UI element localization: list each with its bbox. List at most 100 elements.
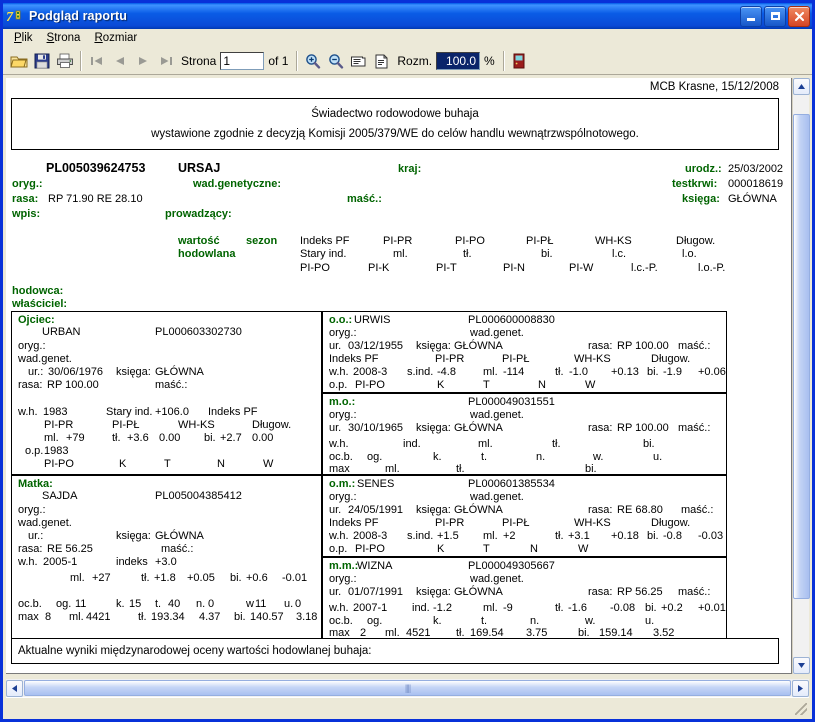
- label-kraj: kraj:: [398, 163, 422, 175]
- vh-r1-c3: PI-PO: [455, 235, 485, 247]
- menu-plik[interactable]: Plik: [9, 31, 42, 46]
- vh-r2-c6: l.o.: [682, 248, 697, 260]
- matka-value-rasa: RE 56.25: [47, 543, 93, 555]
- mo-label-wh: w.h.: [329, 438, 349, 450]
- vh-r2-c2: ml.: [393, 248, 408, 260]
- mm-value-bi2: +0.01: [698, 602, 726, 614]
- svg-text:7: 7: [7, 10, 14, 25]
- oo-value-sind: -4.8: [437, 366, 456, 378]
- horizontal-scroll-thumb[interactable]: ||||: [24, 680, 791, 696]
- mm-value-tl: -1.6: [568, 602, 587, 614]
- ojciec-id: PL000603302730: [155, 326, 242, 338]
- mo-label-oryg: oryg.:: [329, 409, 357, 421]
- mo-id: PL000049031551: [468, 396, 555, 408]
- close-button[interactable]: [788, 5, 810, 27]
- mm-label-wady: wad.genet.: [470, 573, 524, 585]
- om-value-rasa: RE 68.80: [617, 504, 663, 516]
- om-label-ml: ml.: [483, 530, 498, 542]
- om-value-bi2: -0.03: [698, 530, 724, 542]
- om-name: SENES: [357, 478, 395, 490]
- previous-page-icon[interactable]: [108, 50, 131, 72]
- save-disk-icon[interactable]: [30, 50, 53, 72]
- label-testkrwi: testkrwi:: [672, 178, 718, 190]
- om-col-w: W: [578, 543, 589, 555]
- mm-label-tl: tł.: [555, 602, 564, 614]
- mo-label-ksiega: księga:: [416, 422, 451, 434]
- maximize-button[interactable]: [764, 5, 786, 27]
- mo-label-og: og.: [367, 451, 383, 463]
- matka-label-og: og.: [56, 598, 72, 610]
- mo-label-bi: bi.: [643, 438, 655, 450]
- horizontal-scrollbar[interactable]: ||||: [6, 679, 809, 697]
- matka-value-ml: +27: [92, 572, 111, 584]
- matka-value-w: 11: [255, 598, 267, 610]
- vh-r1-c2: PI-PR: [383, 235, 413, 247]
- oo-label-ml: ml.: [483, 366, 498, 378]
- ojciec-value-wh: 1983: [43, 406, 68, 418]
- mm-value-ur: 01/07/1991: [348, 586, 404, 598]
- matka-max-bi: bi.: [234, 611, 246, 623]
- scroll-up-button[interactable]: [793, 78, 810, 95]
- minimize-button[interactable]: [740, 5, 762, 27]
- open-folder-icon[interactable]: [7, 50, 30, 72]
- next-page-icon[interactable]: [131, 50, 154, 72]
- page-input[interactable]: 1: [220, 52, 265, 70]
- mm-label-ml: ml.: [483, 602, 498, 614]
- om-col-pipr: PI-PR: [435, 517, 465, 529]
- mo-label-u: u.: [653, 451, 663, 463]
- om-value-ml: +2: [503, 530, 516, 542]
- matka-id: PL005004385412: [155, 490, 242, 502]
- fit-width-icon[interactable]: [347, 50, 370, 72]
- ojciec-label-wh: w.h.: [18, 406, 38, 418]
- matka-label-ocb: oc.b.: [18, 598, 42, 610]
- zoom-input[interactable]: 100.0: [436, 52, 481, 70]
- mo-max-ml: ml.: [385, 463, 400, 475]
- oo-col-pipr: PI-PR: [435, 353, 465, 365]
- matka-max-tl: tł.: [138, 611, 147, 623]
- first-page-icon[interactable]: [85, 50, 108, 72]
- ojciec-label-wady: wad.genet.: [18, 353, 72, 365]
- oo-value-tl2: +0.13: [611, 366, 639, 378]
- matka-label-wh: w.h.: [18, 556, 38, 568]
- value-testkrwi: 000018619: [728, 178, 784, 190]
- last-page-icon[interactable]: [154, 50, 177, 72]
- om-value-tl: +3.1: [568, 530, 590, 542]
- matka-max-bi-value2: 3.18: [296, 611, 318, 623]
- vh-r1-c1: Indeks PF: [300, 235, 350, 247]
- label-prowadzacy: prowadzący:: [165, 208, 232, 220]
- ojciec-label-ml: ml.: [44, 432, 59, 444]
- print-icon[interactable]: [53, 50, 76, 72]
- mo-value-rasa: RP 100.00: [617, 422, 669, 434]
- menu-strona[interactable]: Strona: [42, 31, 90, 46]
- matka-label-n: n.: [196, 598, 206, 610]
- matka-value-bi2: -0.01: [282, 572, 308, 584]
- fit-page-icon[interactable]: [370, 50, 393, 72]
- zoom-out-icon[interactable]: [324, 50, 347, 72]
- scroll-left-button[interactable]: [6, 679, 23, 697]
- ojciec-value-tl2: 0.00: [159, 432, 181, 444]
- mm-label-ocb: oc.b.: [329, 615, 353, 627]
- vertical-scroll-thumb[interactable]: [793, 114, 810, 599]
- report-title-box: Świadectwo rodowodowe buhaja wystawione …: [11, 98, 779, 150]
- scroll-down-button[interactable]: [793, 657, 810, 674]
- resize-grip-icon[interactable]: [795, 703, 807, 715]
- matka-value-tl2: +0.05: [187, 572, 215, 584]
- ojciec-value-tl: +3.6: [127, 432, 149, 444]
- om-value-ksiega: GŁÓWNA: [454, 504, 503, 516]
- mm-label-oryg: oryg.:: [329, 573, 357, 585]
- mm-label-og: og.: [367, 615, 383, 627]
- matka-value-u: 0: [295, 598, 302, 610]
- vertical-scrollbar[interactable]: [792, 78, 810, 674]
- om-label-ksiega: księga:: [416, 504, 451, 516]
- mm-value-bi: +0.2: [661, 602, 683, 614]
- mm-label: m.m.:: [329, 560, 359, 572]
- matka-value-tl: +1.8: [154, 572, 176, 584]
- exit-door-icon[interactable]: [508, 50, 531, 72]
- matka-value-indeks: +3.0: [155, 556, 177, 568]
- menu-rozmiar[interactable]: Rozmiar: [89, 31, 146, 46]
- oo-label-tl: tł.: [555, 366, 564, 378]
- scroll-right-button[interactable]: [792, 679, 809, 697]
- om-label-oryg: oryg.:: [329, 491, 357, 503]
- report-title-line1: Świadectwo rodowodowe buhaja: [311, 107, 479, 120]
- zoom-in-icon[interactable]: [301, 50, 324, 72]
